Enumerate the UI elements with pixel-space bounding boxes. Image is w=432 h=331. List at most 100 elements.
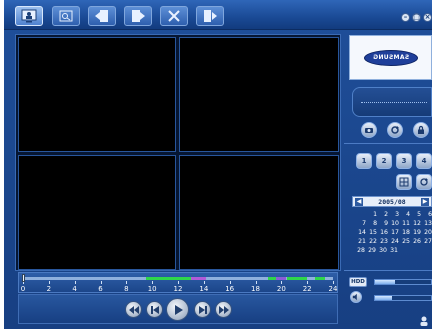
calendar-day[interactable]: 19 — [410, 228, 421, 237]
recording-segment — [314, 277, 326, 280]
refresh-button[interactable] — [387, 122, 403, 138]
calendar-day[interactable]: 4 — [399, 210, 410, 219]
close-button[interactable]: × — [423, 13, 432, 22]
step-forward-button[interactable] — [194, 301, 211, 318]
calendar-day[interactable]: 5 — [410, 210, 421, 219]
hdd-usage-bar — [374, 279, 432, 285]
prev-month-button[interactable]: ◀ — [355, 197, 363, 206]
camera-view-3[interactable] — [18, 155, 176, 270]
step-back-button[interactable] — [146, 301, 163, 318]
recording-segment — [145, 277, 191, 280]
samsung-logo: SAMSUNG — [363, 49, 418, 66]
search-button[interactable] — [52, 6, 80, 26]
timeline-tick — [126, 281, 128, 284]
next-month-button[interactable]: ▶ — [421, 197, 429, 206]
calendar-day[interactable]: 6 — [421, 210, 432, 219]
calendar-day[interactable]: 11 — [399, 219, 410, 228]
playback-controls — [18, 294, 338, 324]
divider — [344, 270, 432, 271]
cycle-icon — [420, 178, 428, 186]
play-button[interactable] — [166, 298, 189, 321]
calendar-day[interactable]: 7 — [355, 219, 366, 228]
timeline-hour-label: 22 — [302, 285, 312, 293]
lock-button[interactable] — [413, 122, 429, 138]
divider — [344, 143, 432, 144]
backup-button[interactable] — [88, 6, 116, 26]
side-panel: SAMSUNG 1 2 3 4 ◀ 2005/08 ▶ 1 2 3 4 5 6 … — [344, 32, 432, 329]
fast-rewind-button[interactable] — [125, 301, 142, 318]
timeline-hour-label: 18 — [251, 285, 260, 293]
fast-forward-button[interactable] — [215, 301, 232, 318]
calendar-day[interactable]: 18 — [399, 228, 410, 237]
calendar-day[interactable]: 16 — [377, 228, 388, 237]
split-2-button[interactable]: 2 — [376, 153, 392, 169]
user-icon[interactable] — [418, 312, 430, 326]
timeline-hour-label: 10 — [147, 285, 157, 293]
calendar-day[interactable]: 31 — [387, 246, 398, 255]
export-icon — [132, 10, 145, 22]
setup-button[interactable] — [160, 6, 188, 26]
fast-rewind-icon — [128, 305, 139, 314]
timeline-tick — [255, 281, 257, 284]
calendar-day[interactable]: 2 — [377, 210, 388, 219]
calendar-day[interactable]: 10 — [388, 219, 399, 228]
minimize-button[interactable]: – — [401, 13, 410, 22]
split-1-button[interactable]: 1 — [356, 153, 372, 169]
quad-view-button[interactable] — [396, 174, 412, 190]
calendar-day[interactable]: 24 — [388, 237, 399, 246]
timeline-playhead[interactable] — [22, 274, 25, 282]
calendar-day[interactable]: 3 — [388, 210, 399, 219]
timeline-tick — [203, 281, 205, 284]
live-view-button[interactable] — [15, 6, 43, 26]
calendar-day[interactable]: 12 — [410, 219, 421, 228]
timeline-hour-label: 8 — [124, 285, 129, 293]
exit-button[interactable] — [196, 6, 224, 26]
camera-view-2[interactable] — [179, 37, 339, 152]
recording-segment — [190, 277, 207, 280]
step-back-icon — [150, 305, 159, 314]
calendar-day[interactable]: 23 — [377, 237, 388, 246]
calendar-day[interactable]: 15 — [366, 228, 377, 237]
export-button[interactable] — [124, 6, 152, 26]
split-1-label: 1 — [361, 157, 367, 165]
calendar-day[interactable]: 21 — [355, 237, 366, 246]
calendar-day[interactable]: 29 — [365, 246, 376, 255]
split-4-button[interactable]: 4 — [416, 153, 432, 169]
maximize-button[interactable]: □ — [412, 13, 421, 22]
sequence-button[interactable] — [416, 174, 432, 190]
camera-view-1[interactable] — [18, 37, 176, 152]
hdd-label: HDD — [349, 277, 367, 287]
calendar-day[interactable]: 14 — [355, 228, 366, 237]
calendar-day[interactable]: 30 — [376, 246, 387, 255]
search-image-icon — [59, 10, 73, 22]
video-grid — [15, 34, 341, 271]
grid-icon — [399, 177, 409, 187]
recording-timeline[interactable]: 0 2 4 6 8 10 12 14 16 18 20 22 24 — [18, 272, 338, 293]
camera-icon — [365, 128, 373, 133]
calendar-day[interactable]: 17 — [388, 228, 399, 237]
timeline-tick — [178, 281, 179, 284]
split-3-button[interactable]: 3 — [396, 153, 412, 169]
volume-slider[interactable] — [374, 295, 432, 301]
calendar-day[interactable]: 25 — [399, 237, 410, 246]
calendar-day[interactable]: 9 — [377, 219, 388, 228]
calendar-week: 28 29 30 31 — [354, 246, 432, 255]
calendar-day[interactable]: 28 — [354, 246, 365, 255]
calendar-day[interactable]: 27 — [421, 237, 432, 246]
calendar-day[interactable]: 20 — [421, 228, 432, 237]
calendar-day[interactable]: 26 — [410, 237, 421, 246]
split-2-label: 2 — [381, 157, 387, 165]
calendar-week: 14 15 16 17 18 19 20 — [354, 228, 432, 237]
timeline-hour-label: 12 — [173, 285, 183, 293]
play-icon — [174, 304, 183, 315]
volume-button[interactable] — [350, 291, 362, 303]
brand-panel: SAMSUNG — [349, 35, 432, 80]
ptz-button[interactable] — [361, 122, 377, 138]
calendar-day[interactable]: 22 — [366, 237, 377, 246]
status-dotted-line — [361, 102, 427, 103]
camera-view-4[interactable] — [179, 155, 339, 270]
calendar-day[interactable]: 13 — [421, 219, 432, 228]
calendar-day[interactable]: 8 — [366, 219, 377, 228]
timeline-hour-label: 2 — [46, 285, 52, 293]
calendar-day[interactable]: 1 — [366, 210, 377, 219]
